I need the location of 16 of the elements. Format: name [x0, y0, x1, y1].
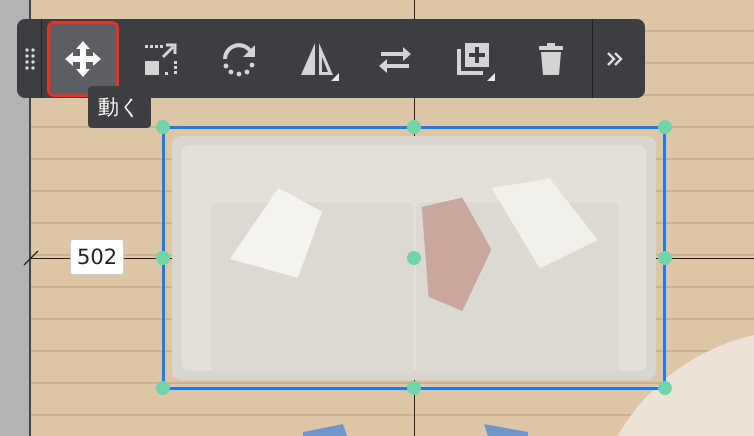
resize-handle[interactable]: [156, 381, 170, 395]
resize-handle[interactable]: [156, 120, 170, 134]
resize-handle[interactable]: [658, 251, 672, 265]
dimension-tick: [23, 250, 39, 266]
more-icon[interactable]: [605, 50, 625, 66]
resize-handle[interactable]: [407, 120, 421, 134]
resize-handle[interactable]: [156, 251, 170, 265]
resize-handle[interactable]: [658, 381, 672, 395]
resize-handle[interactable]: [658, 120, 672, 134]
resize-handle[interactable]: [407, 381, 421, 395]
drag-handle-icon[interactable]: [25, 48, 35, 70]
arrow-icon: [484, 424, 528, 436]
dimension-label: 502: [70, 239, 124, 275]
move-tool-button[interactable]: [50, 24, 116, 94]
arrow-icon: [303, 424, 347, 436]
tooltip: 動く: [88, 86, 151, 128]
